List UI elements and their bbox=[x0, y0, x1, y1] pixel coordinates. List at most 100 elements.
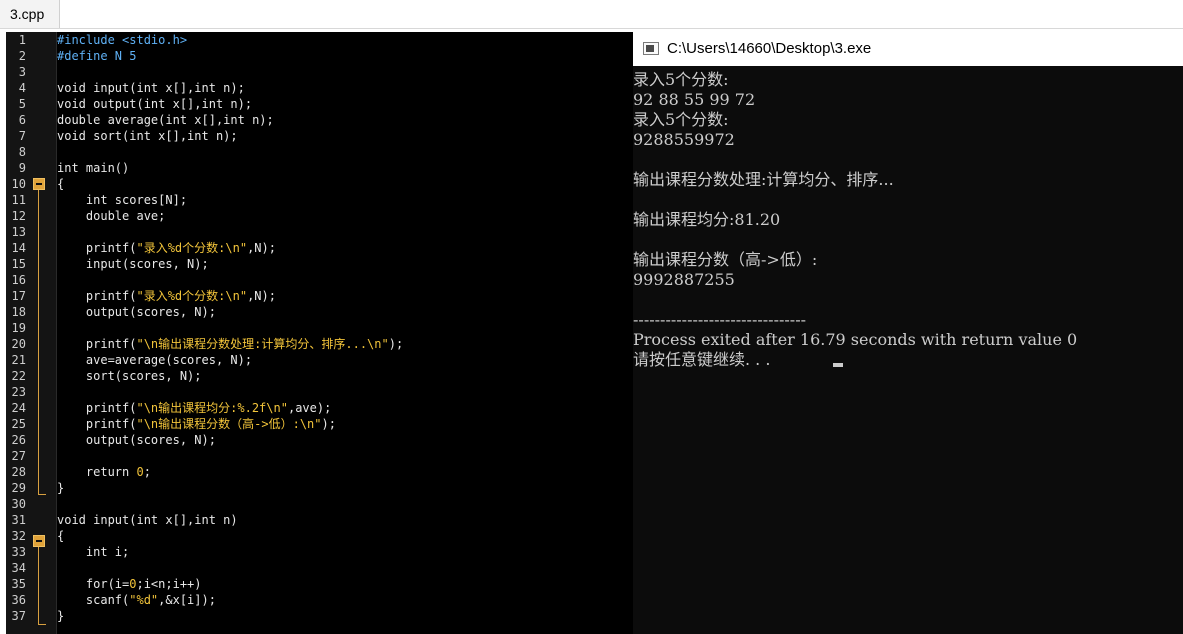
line-number: 18 bbox=[11, 305, 26, 319]
code-line: 33 int i; bbox=[6, 544, 633, 560]
code-line: 29} bbox=[6, 480, 633, 496]
line-number: 15 bbox=[11, 257, 26, 271]
code-line: 6 double average(int x[],int n); bbox=[6, 112, 633, 128]
line-number: 29 bbox=[11, 481, 26, 495]
code-line: 17 printf("录入%d个分数:\n",N); bbox=[6, 288, 633, 304]
code-token: int bbox=[57, 161, 86, 175]
line-number: 12 bbox=[11, 209, 26, 223]
code-line: 34 bbox=[6, 560, 633, 576]
fold-toggle-main[interactable] bbox=[33, 178, 45, 190]
code-token: output(scores, N); bbox=[57, 433, 216, 447]
code-text: } bbox=[57, 480, 64, 496]
line-number: 22 bbox=[11, 369, 26, 383]
line-number: 34 bbox=[11, 561, 26, 575]
console-app-icon bbox=[643, 42, 659, 55]
line-number: 25 bbox=[11, 417, 26, 431]
line-number: 23 bbox=[11, 385, 26, 399]
console-line: 9992887255 bbox=[633, 270, 735, 289]
console-line: 录入5个分数: bbox=[633, 110, 729, 129]
fold-toggle-input[interactable] bbox=[33, 535, 45, 547]
fold-end-input bbox=[38, 624, 46, 625]
code-line: 11 int scores[N]; bbox=[6, 192, 633, 208]
code-line: 3 bbox=[6, 64, 633, 80]
line-number: 13 bbox=[11, 225, 26, 239]
line-number: 9 bbox=[18, 161, 26, 175]
code-text: sort(scores, N); bbox=[57, 368, 202, 384]
code-text: } bbox=[57, 608, 64, 624]
code-token: printf( bbox=[57, 289, 137, 303]
line-number: 3 bbox=[18, 65, 26, 79]
code-line: 4 void input(int x[],int n); bbox=[6, 80, 633, 96]
line-number: 1 bbox=[18, 33, 26, 47]
code-token: ,&x[i]); bbox=[158, 593, 216, 607]
tab-3cpp[interactable]: 3.cpp bbox=[0, 0, 60, 28]
line-number: 16 bbox=[11, 273, 26, 287]
code-token: void bbox=[57, 129, 94, 143]
console-titlebar[interactable]: C:\Users\14660\Desktop\3.exe bbox=[633, 32, 1183, 66]
code-text: void sort(int x[],int n); bbox=[57, 128, 238, 144]
line-number: 32 bbox=[11, 529, 26, 543]
code-line: 19 bbox=[6, 320, 633, 336]
console-line: 请按任意键继续. . . bbox=[633, 350, 771, 369]
code-line: 12 double ave; bbox=[6, 208, 633, 224]
line-number: 33 bbox=[11, 545, 26, 559]
code-editor[interactable]: 1 #include <stdio.h> 2 #define N 5 3 4 void in… bbox=[6, 32, 633, 634]
code-text: { bbox=[57, 528, 64, 544]
line-number: 26 bbox=[11, 433, 26, 447]
code-line: 15 input(scores, N); bbox=[6, 256, 633, 272]
code-token: for(i= bbox=[57, 577, 130, 591]
code-text: int i; bbox=[57, 544, 129, 560]
code-token: input(int x[],int n); bbox=[93, 81, 245, 95]
code-line: 9 int main() bbox=[6, 160, 633, 176]
line-number: 11 bbox=[11, 193, 26, 207]
code-line: 10 { bbox=[6, 176, 633, 192]
code-text: printf("\n输出课程分数处理:计算均分、排序...\n"); bbox=[57, 336, 403, 352]
code-token: { bbox=[57, 529, 65, 543]
console-window[interactable]: C:\Users\14660\Desktop\3.exe 录入5个分数: 92 8… bbox=[633, 32, 1183, 634]
code-text: double ave; bbox=[57, 208, 165, 224]
code-token: "录入%d个分数:\n" bbox=[136, 241, 248, 255]
console-line: 输出课程均分:81.20 bbox=[633, 210, 781, 229]
code-text: #include <stdio.h> bbox=[57, 32, 187, 48]
code-line: 1 #include <stdio.h> bbox=[6, 32, 633, 48]
code-line: 14 printf("录入%d个分数:\n",N); bbox=[6, 240, 633, 256]
line-number: 20 bbox=[11, 337, 26, 351]
code-line: 13 bbox=[6, 224, 633, 240]
code-token: printf( bbox=[57, 417, 137, 431]
code-line: 27 bbox=[6, 448, 633, 464]
console-title: C:\Users\14660\Desktop\3.exe bbox=[667, 40, 872, 57]
code-token: input(scores, N); bbox=[57, 257, 209, 271]
console-line: 输出课程分数（高->低）: bbox=[633, 250, 818, 269]
code-line: 30 bbox=[6, 496, 633, 512]
code-token: "录入%d个分数:\n" bbox=[136, 289, 248, 303]
code-text: void input(int x[],int n) bbox=[57, 512, 238, 528]
code-token: "%d" bbox=[129, 593, 159, 607]
code-line: 28 return 0; bbox=[6, 464, 633, 480]
code-token: void bbox=[57, 97, 94, 111]
code-line: 2 #define N 5 bbox=[6, 48, 633, 64]
code-line: 7 void sort(int x[],int n); bbox=[6, 128, 633, 144]
console-line: 9288559972 bbox=[633, 130, 735, 149]
console-line: 输出课程分数处理:计算均分、排序... bbox=[633, 170, 894, 189]
line-number: 8 bbox=[18, 145, 26, 159]
code-token: double ave; bbox=[57, 209, 166, 223]
code-token: scanf( bbox=[57, 593, 130, 607]
line-number: 27 bbox=[11, 449, 26, 463]
code-line: 5 void output(int x[],int n); bbox=[6, 96, 633, 112]
code-token: printf( bbox=[57, 401, 137, 415]
code-token: "\n输出课程分数处理:计算均分、排序...\n" bbox=[136, 337, 389, 351]
code-text: { bbox=[57, 176, 64, 192]
code-token: { bbox=[57, 177, 65, 191]
code-text: scanf("%d",&x[i]); bbox=[57, 592, 216, 608]
code-token: ,N); bbox=[247, 241, 276, 255]
line-number: 37 bbox=[11, 609, 26, 623]
fold-end-main bbox=[38, 494, 46, 495]
code-token: "\n输出课程均分:%.2f\n" bbox=[136, 401, 288, 415]
code-text: int main() bbox=[57, 160, 129, 176]
line-number: 5 bbox=[18, 97, 26, 111]
code-token: ); bbox=[388, 337, 404, 351]
code-text: output(scores, N); bbox=[57, 304, 216, 320]
line-number: 4 bbox=[18, 81, 26, 95]
code-token: sort(scores, N); bbox=[57, 369, 202, 383]
code-token: input(int x[],int n) bbox=[93, 513, 238, 527]
